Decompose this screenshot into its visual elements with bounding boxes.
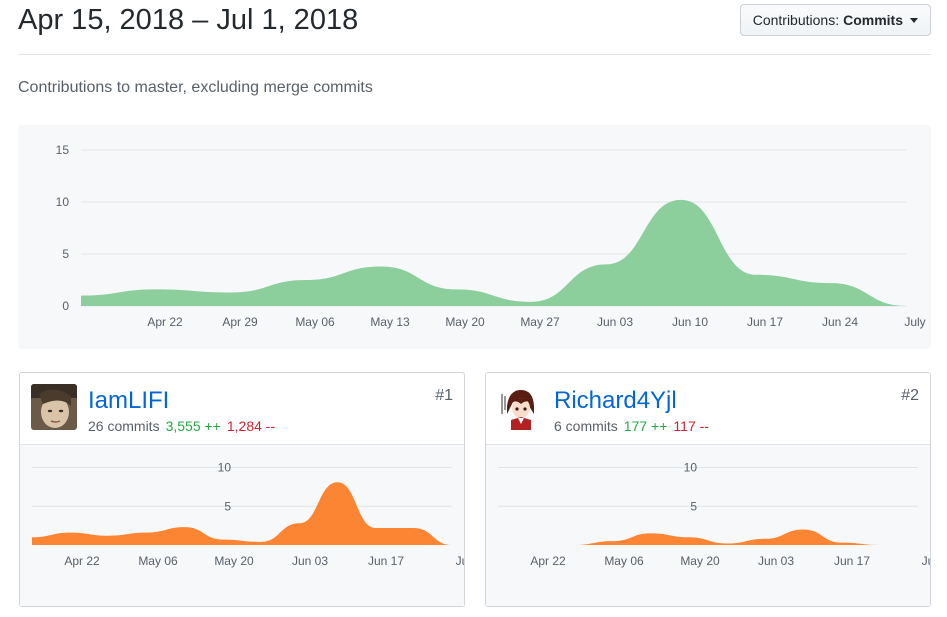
x-tick-label: July	[904, 315, 925, 329]
overall-contributions-chart: 0 5 10 15 Apr 22 Apr 29 May 06 May 13 May 20 May …	[18, 125, 931, 349]
date-range-title: Apr 15, 2018 – Jul 1, 2018	[18, 4, 359, 36]
contributor-username-link[interactable]: Richard4Yjl	[554, 387, 677, 415]
contributor-card: Richard4Yjl 6 commits 177 ++ 117 -- #2 5 10…	[485, 372, 931, 607]
x-tick-label: Ju	[922, 554, 930, 568]
x-tick-label: Jun 24	[822, 315, 858, 329]
contributor-card-header: IamLIFI 26 commits 3,555 ++ 1,284 -- #1	[20, 373, 464, 445]
x-tick-label: Jun 17	[368, 554, 404, 568]
commit-count[interactable]: 6 commits	[554, 418, 618, 434]
series-area	[32, 482, 452, 545]
y-tick-label: 10	[56, 195, 70, 209]
contributions-label: Contributions:	[752, 12, 840, 28]
contributor-username-link[interactable]: IamLIFI	[88, 387, 169, 415]
overall-contributions-svg: 0 5 10 15 Apr 22 Apr 29 May 06 May 13 May 20 May …	[56, 143, 926, 329]
page-header: Apr 15, 2018 – Jul 1, 2018 Contributions…	[18, 0, 931, 55]
additions-count: 177 ++	[623, 418, 668, 434]
contributions-value: Commits	[843, 12, 903, 28]
x-tick-label: May 06	[295, 315, 335, 329]
x-tick-label: Ju	[456, 554, 464, 568]
contributions-type-dropdown[interactable]: Contributions: Commits	[739, 4, 931, 36]
caret-down-icon	[910, 17, 918, 23]
x-tick-label: May 20	[445, 315, 485, 329]
chart-subtitle: Contributions to master, excluding merge…	[18, 79, 373, 96]
y-tick-label: 15	[56, 143, 70, 157]
deletions-count: 117 --	[673, 418, 709, 434]
contributor-chart-svg: 5 10 Apr 22 May 06 May 20 Jun 03 Jun 17 Ju	[498, 461, 930, 568]
deletions-count: 1,284 --	[226, 418, 276, 434]
x-tick-label: May 27	[520, 315, 560, 329]
x-tick-label: Apr 22	[530, 554, 566, 568]
x-tick-label: May 06	[604, 554, 644, 568]
contributor-card: IamLIFI 26 commits 3,555 ++ 1,284 -- #1 5 1…	[19, 372, 465, 607]
contributor-stats: 26 commits 3,555 ++ 1,284 --	[88, 418, 275, 434]
contributor-chart-svg: 5 10 Apr 22 May 06 May 20 Jun 03 Jun 17 Ju	[32, 461, 464, 568]
x-tick-label: May 06	[138, 554, 178, 568]
x-tick-label: Jun 03	[758, 554, 794, 568]
x-tick-label: Apr 22	[147, 315, 183, 329]
x-tick-label: Apr 29	[222, 315, 258, 329]
y-tick-label: 5	[224, 499, 231, 513]
y-tick-label: 5	[62, 247, 69, 261]
x-tick-label: May 13	[370, 315, 410, 329]
contributor-card-header: Richard4Yjl 6 commits 177 ++ 117 -- #2	[486, 373, 930, 445]
contributor-chart: 5 10 Apr 22 May 06 May 20 Jun 03 Jun 17 Ju	[20, 445, 464, 606]
contributor-rank: #1	[435, 387, 453, 404]
x-tick-label: May 20	[214, 554, 254, 568]
y-tick-label: 5	[690, 499, 697, 513]
x-tick-label: Jun 03	[292, 554, 328, 568]
x-tick-label: May 20	[680, 554, 720, 568]
y-tick-label: 10	[218, 461, 232, 475]
portrait-avatar[interactable]	[31, 384, 77, 430]
x-tick-label: Jun 10	[672, 315, 708, 329]
contributor-rank: #2	[901, 387, 919, 404]
x-tick-label: Jun 03	[597, 315, 633, 329]
anime-character-avatar[interactable]	[497, 384, 543, 430]
x-tick-label: Jun 17	[747, 315, 783, 329]
additions-count: 3,555 ++	[165, 418, 221, 434]
contributor-chart: 5 10 Apr 22 May 06 May 20 Jun 03 Jun 17 Ju	[486, 445, 930, 606]
series-area	[81, 199, 906, 306]
y-tick-label: 0	[62, 299, 69, 313]
series-area	[498, 529, 918, 545]
y-tick-label: 10	[684, 461, 698, 475]
contributor-stats: 6 commits 177 ++ 117 --	[554, 418, 709, 434]
x-tick-label: Apr 22	[64, 554, 100, 568]
x-tick-label: Jun 17	[834, 554, 870, 568]
commit-count[interactable]: 26 commits	[88, 418, 160, 434]
